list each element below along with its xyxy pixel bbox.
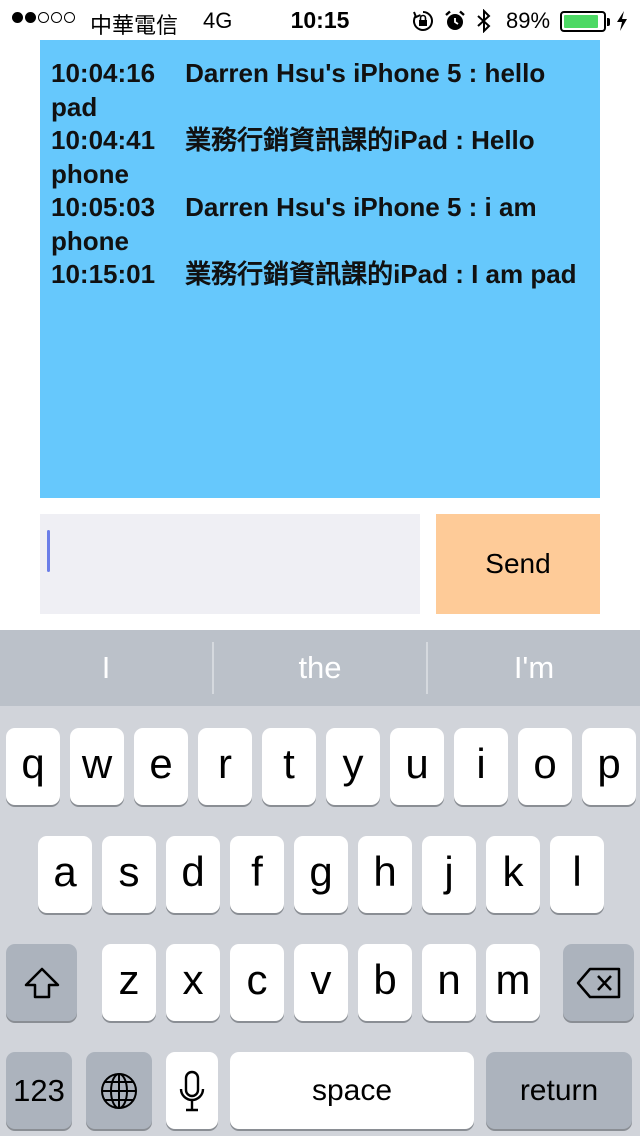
key-u[interactable]: u [390, 728, 444, 805]
delete-key[interactable] [563, 944, 634, 1021]
alarm-icon [444, 10, 466, 32]
key-t[interactable]: t [262, 728, 316, 805]
suggestion-3[interactable]: I'm [428, 630, 640, 706]
microphone-icon [179, 1070, 205, 1111]
chat-message: 10:04:16 Darren Hsu's iPhone 5 : hello pa… [51, 57, 588, 124]
key-z[interactable]: z [102, 944, 156, 1021]
keyboard: I the I'm 123 space return q w e r t y u… [0, 630, 640, 1136]
dictation-key[interactable] [166, 1052, 218, 1129]
rotation-lock-icon [412, 10, 434, 32]
key-v[interactable]: v [294, 944, 348, 1021]
charging-icon [616, 10, 628, 32]
status-icons: 89% [412, 8, 628, 34]
key-f[interactable]: f [230, 836, 284, 913]
key-a[interactable]: a [38, 836, 92, 913]
shift-key[interactable] [6, 944, 77, 1021]
key-l[interactable]: l [550, 836, 604, 913]
message-time: 10:04:41 [51, 125, 156, 155]
text-caret [47, 530, 50, 572]
battery-icon [560, 10, 611, 32]
key-r[interactable]: r [198, 728, 252, 805]
chat-message: 10:15:01 業務行銷資訊課的iPad : I am pad [51, 258, 588, 292]
status-bar: 中華電信 4G 10:15 89% [0, 0, 640, 40]
key-w[interactable]: w [70, 728, 124, 805]
key-h[interactable]: h [358, 836, 412, 913]
message-time: 10:05:03 [51, 192, 156, 222]
shift-icon [24, 967, 59, 998]
suggestion-2[interactable]: the [214, 630, 426, 706]
key-y[interactable]: y [326, 728, 380, 805]
chat-log[interactable]: 10:04:16 Darren Hsu's iPhone 5 : hello pa… [40, 40, 600, 498]
key-q[interactable]: q [6, 728, 60, 805]
key-k[interactable]: k [486, 836, 540, 913]
key-c[interactable]: c [230, 944, 284, 1021]
return-key[interactable]: return [486, 1052, 632, 1129]
message-input[interactable] [40, 514, 420, 614]
chat-message: 10:04:41 業務行銷資訊課的iPad : Hello phone [51, 124, 588, 191]
numbers-key[interactable]: 123 [6, 1052, 72, 1129]
key-b[interactable]: b [358, 944, 412, 1021]
space-key[interactable]: space [230, 1052, 474, 1129]
chat-message: 10:05:03 Darren Hsu's iPhone 5 : i am pho… [51, 191, 588, 258]
globe-icon [101, 1072, 137, 1109]
key-s[interactable]: s [102, 836, 156, 913]
backspace-icon [576, 967, 620, 998]
key-p[interactable]: p [582, 728, 636, 805]
battery-percentage: 89% [506, 8, 551, 33]
suggestion-bar: I the I'm [0, 630, 640, 706]
key-d[interactable]: d [166, 836, 220, 913]
key-o[interactable]: o [518, 728, 572, 805]
message-time: 10:04:16 [51, 58, 156, 88]
key-j[interactable]: j [422, 836, 476, 913]
screen: 中華電信 4G 10:15 89% 10:04:16 Darren Hsu's … [0, 0, 640, 1136]
key-m[interactable]: m [486, 944, 540, 1021]
key-x[interactable]: x [166, 944, 220, 1021]
suggestion-1[interactable]: I [0, 630, 212, 706]
message-text: 業務行銷資訊課的iPad : I am pad [185, 259, 577, 289]
battery-level [564, 14, 598, 28]
globe-key[interactable] [86, 1052, 152, 1129]
key-g[interactable]: g [294, 836, 348, 913]
send-button[interactable]: Send [436, 514, 600, 614]
key-e[interactable]: e [134, 728, 188, 805]
key-n[interactable]: n [422, 944, 476, 1021]
bluetooth-icon [476, 9, 492, 33]
message-time: 10:15:01 [51, 259, 156, 289]
key-i[interactable]: i [454, 728, 508, 805]
